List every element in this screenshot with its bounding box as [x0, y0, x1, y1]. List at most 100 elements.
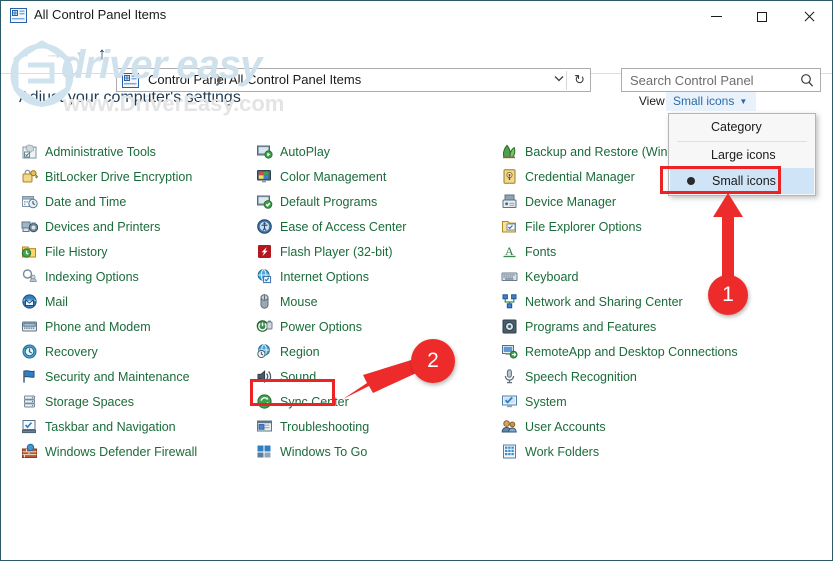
control-panel-item-label: Mouse [280, 295, 318, 309]
minimize-button[interactable] [693, 1, 739, 32]
control-panel-item[interactable]: Windows Defender Firewall [21, 439, 251, 464]
windows-defender-firewall-icon [21, 443, 45, 460]
view-by-dropdown-button[interactable]: Small icons ▼ [666, 91, 756, 111]
control-panel-item[interactable]: Recovery [21, 339, 251, 364]
highlight-box-small-icons [660, 166, 781, 194]
control-panel-item[interactable]: Taskbar and Navigation [21, 414, 251, 439]
refresh-icon[interactable]: ↻ [574, 72, 585, 88]
control-panel-item[interactable]: Troubleshooting [256, 414, 496, 439]
control-panel-item-label: Security and Maintenance [45, 370, 190, 384]
control-panel-item[interactable]: Power Options [256, 314, 496, 339]
control-panel-item-label: Administrative Tools [45, 145, 156, 159]
control-panel-item[interactable]: Work Folders [501, 439, 751, 464]
back-button[interactable]: ← [11, 42, 33, 64]
control-panel-icon [10, 8, 27, 23]
address-dropdown-icon[interactable] [554, 73, 564, 85]
bitlocker-icon [21, 168, 45, 185]
administrative-tools-icon [21, 143, 45, 160]
control-panel-item[interactable]: Devices and Printers [21, 214, 251, 239]
control-panel-item[interactable]: Flash Player (32-bit) [256, 239, 496, 264]
storage-spaces-icon [21, 393, 45, 410]
indexing-options-icon [21, 268, 45, 285]
device-manager-icon [501, 193, 525, 210]
power-options-icon [256, 318, 280, 335]
highlight-box-sound [250, 379, 335, 406]
control-panel-item-label: Work Folders [525, 445, 599, 459]
control-panel-item-label: Windows To Go [280, 445, 367, 459]
menu-item-category[interactable]: Category [669, 114, 815, 140]
control-panel-item[interactable]: Mouse [256, 289, 496, 314]
svg-text:A: A [505, 244, 514, 258]
control-panel-item[interactable]: User Accounts [501, 414, 751, 439]
menu-item-large-icons[interactable]: Large icons [669, 142, 815, 168]
step-2-badge: 2 [411, 339, 455, 383]
control-panel-item[interactable]: AutoPlay [256, 139, 496, 164]
autoplay-icon [256, 143, 280, 160]
control-panel-item-label: Indexing Options [45, 270, 139, 284]
control-panel-item[interactable]: Internet Options [256, 264, 496, 289]
control-panel-item[interactable]: Speech Recognition [501, 364, 751, 389]
control-panel-item[interactable]: System [501, 389, 751, 414]
search-icon[interactable] [800, 73, 814, 93]
control-panel-item[interactable]: Ease of Access Center [256, 214, 496, 239]
maximize-icon [757, 12, 767, 22]
mouse-icon [256, 293, 280, 310]
step-1-badge: 1 [708, 275, 748, 315]
up-button[interactable]: ↑ [91, 42, 113, 64]
user-accounts-icon [501, 418, 525, 435]
control-panel-item[interactable]: Default Programs [256, 189, 496, 214]
control-panel-item[interactable]: File History [21, 239, 251, 264]
address-divider [566, 71, 567, 90]
security-and-maintenance-icon [21, 368, 45, 385]
control-panel-item[interactable]: Storage Spaces [21, 389, 251, 414]
credential-manager-icon [501, 168, 525, 185]
remoteapp-icon [501, 343, 525, 360]
control-panel-item[interactable]: Windows To Go [256, 439, 496, 464]
control-panel-item-label: Ease of Access Center [280, 220, 406, 234]
menu-item-label: Large icons [711, 148, 776, 162]
color-management-icon [256, 168, 280, 185]
control-panel-item-label: Flash Player (32-bit) [280, 245, 393, 259]
chevron-down-icon: ▼ [739, 97, 747, 106]
control-panel-item-label: File Explorer Options [525, 220, 642, 234]
address-bar[interactable]: Control Panel ❯ All Control Panel Items … [116, 68, 591, 92]
control-panel-item[interactable]: BitLocker Drive Encryption [21, 164, 251, 189]
control-panel-item[interactable]: Programs and Features [501, 314, 751, 339]
control-panel-item-label: Device Manager [525, 195, 616, 209]
control-panel-item-label: Storage Spaces [45, 395, 134, 409]
up-arrow-icon: ↑ [98, 45, 107, 62]
control-panel-item[interactable]: Indexing Options [21, 264, 251, 289]
control-panel-item-label: Devices and Printers [45, 220, 160, 234]
ease-of-access-icon [256, 218, 280, 235]
date-and-time-icon [21, 193, 45, 210]
file-history-icon [21, 243, 45, 260]
window-title: All Control Panel Items [34, 7, 166, 22]
control-panel-item-label: Default Programs [280, 195, 377, 209]
control-panel-item[interactable]: Date and Time [21, 189, 251, 214]
breadcrumb-all-control-panel-items[interactable]: All Control Panel Items [229, 72, 361, 87]
forward-button[interactable]: → [43, 42, 65, 64]
control-panel-icon [122, 73, 139, 88]
file-explorer-options-icon [501, 218, 525, 235]
internet-options-icon [256, 268, 280, 285]
control-panel-item[interactable]: Security and Maintenance [21, 364, 251, 389]
search-input[interactable]: Search Control Panel [621, 68, 821, 92]
control-panel-item[interactable]: Mail [21, 289, 251, 314]
control-panel-item[interactable]: Phone and Modem [21, 314, 251, 339]
items-column-2: AutoPlayColor Management Default Programs… [256, 139, 496, 464]
recent-locations-button[interactable]: ▾ [73, 44, 87, 66]
search-placeholder: Search Control Panel [630, 73, 754, 88]
control-panel-item-label: Power Options [280, 320, 362, 334]
control-panel-item-label: Internet Options [280, 270, 369, 284]
control-panel-item-label: Credential Manager [525, 170, 635, 184]
control-panel-item[interactable]: RemoteApp and Desktop Connections [501, 339, 751, 364]
close-icon [803, 11, 814, 22]
control-panel-item[interactable]: Color Management [256, 164, 496, 189]
close-button[interactable] [785, 1, 831, 32]
control-panel-item-label: BitLocker Drive Encryption [45, 170, 192, 184]
control-panel-item[interactable]: Administrative Tools [21, 139, 251, 164]
control-panel-item-label: Speech Recognition [525, 370, 637, 384]
control-panel-item-label: Programs and Features [525, 320, 656, 334]
maximize-button[interactable] [739, 1, 785, 32]
step-1-arrow [701, 191, 755, 281]
